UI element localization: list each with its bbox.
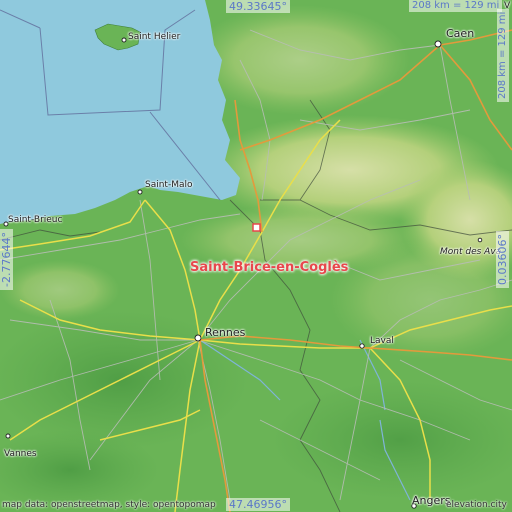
coord-left: -2.77644° — [0, 229, 13, 290]
coord-bottom: 47.46956° — [226, 498, 290, 511]
city-label-caen: Caen — [446, 27, 475, 40]
city-label-saint-malo: Saint-Malo — [145, 180, 193, 190]
city-label-saint-brieuc: Saint-Brieuc — [8, 215, 63, 225]
location-marker — [252, 223, 261, 232]
highlighted-place-label: Saint-Brice-en-Coglès — [190, 260, 349, 275]
terrain-map[interactable] — [0, 0, 512, 512]
attribution-left: map data: openstreetmap, style: opentopo… — [2, 500, 216, 510]
place-label-mont-des-avaloirs: Mont des Ava — [440, 247, 502, 257]
scale-top: 208 km = 129 mi — [409, 0, 503, 12]
city-label-angers: Angers — [412, 494, 451, 507]
city-label-laval: Laval — [370, 336, 394, 346]
city-label-rennes: Rennes — [205, 326, 246, 339]
coord-top: 49.33645° — [226, 0, 290, 13]
attribution-right[interactable]: elevation.city — [446, 501, 507, 510]
scale-right: 208 km = 129 mi — [497, 8, 509, 102]
city-label-saint-helier: Saint Helier — [128, 32, 181, 42]
city-label-vannes: Vannes — [4, 449, 37, 459]
coord-right: 0.03606° — [496, 231, 509, 288]
